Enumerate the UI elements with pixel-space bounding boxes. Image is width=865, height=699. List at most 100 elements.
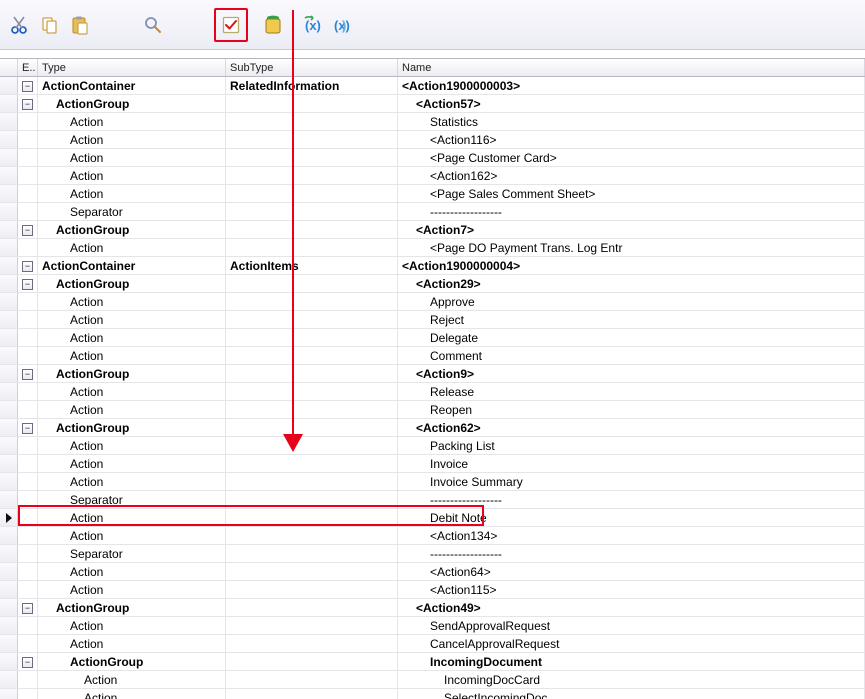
row-gutter[interactable] [0,203,18,220]
subtype-cell[interactable] [226,671,398,688]
expand-cell[interactable]: − [18,221,38,238]
subtype-cell[interactable] [226,527,398,544]
table-row[interactable]: Action SelectIncomingDoc [0,689,865,699]
subtype-cell[interactable] [226,635,398,652]
name-cell[interactable]: SelectIncomingDoc [398,689,865,699]
collapse-icon[interactable]: − [22,225,33,236]
subtype-cell[interactable]: ActionItems [226,257,398,274]
name-cell[interactable]: Approve [398,293,865,310]
col-rowselector[interactable] [0,59,18,76]
type-cell[interactable]: ActionContainer [38,77,226,94]
name-cell[interactable]: <Page Customer Card> [398,149,865,166]
type-cell[interactable]: Action [38,239,226,256]
collapse-icon[interactable]: − [22,81,33,92]
name-cell[interactable]: <Action1900000004> [398,257,865,274]
table-row[interactable]: Action <Page DO Payment Trans. Log Entr [0,239,865,257]
name-cell[interactable]: <Action9> [398,365,865,382]
type-cell[interactable]: ActionContainer [38,257,226,274]
row-gutter[interactable] [0,599,18,616]
name-cell[interactable]: <Page Sales Comment Sheet> [398,185,865,202]
globals2-button[interactable]: (x) ) [330,12,356,38]
type-cell[interactable]: Action [38,671,226,688]
row-gutter[interactable] [0,329,18,346]
subtype-cell[interactable] [226,131,398,148]
table-row[interactable]: ActionComment [0,347,865,365]
table-row[interactable]: −ActionGroup<Action9> [0,365,865,383]
name-cell[interactable]: ------------------ [398,203,865,220]
type-cell[interactable]: ActionGroup [38,599,226,616]
subtype-cell[interactable] [226,401,398,418]
row-gutter[interactable] [0,581,18,598]
name-cell[interactable]: Reject [398,311,865,328]
table-row[interactable]: Separator------------------ [0,545,865,563]
table-row[interactable]: ActionStatistics [0,113,865,131]
name-cell[interactable]: Statistics [398,113,865,130]
subtype-cell[interactable] [226,149,398,166]
collapse-icon[interactable]: − [22,369,33,380]
row-gutter[interactable] [0,185,18,202]
table-row[interactable]: Action<Action115> [0,581,865,599]
type-cell[interactable]: Action [38,311,226,328]
row-gutter[interactable] [0,239,18,256]
type-cell[interactable]: ActionGroup [38,653,226,670]
row-gutter[interactable] [0,563,18,580]
type-cell[interactable]: Separator [38,545,226,562]
row-gutter[interactable] [0,311,18,328]
name-cell[interactable]: Debit Note [398,509,865,526]
subtype-cell[interactable] [226,653,398,670]
row-gutter[interactable] [0,671,18,688]
subtype-cell[interactable] [226,347,398,364]
name-cell[interactable]: <Action62> [398,419,865,436]
subtype-cell[interactable]: RelatedInformation [226,77,398,94]
collapse-icon[interactable]: − [22,261,33,272]
subtype-cell[interactable] [226,221,398,238]
name-cell[interactable]: <Action7> [398,221,865,238]
type-cell[interactable]: ActionGroup [38,95,226,112]
runtime-button[interactable] [260,12,286,38]
table-row[interactable]: Action<Action162> [0,167,865,185]
table-row[interactable]: Action <Action134> [0,527,865,545]
name-cell[interactable]: CancelApprovalRequest [398,635,865,652]
name-cell[interactable]: <Action134> [398,527,865,544]
type-cell[interactable]: Separator [38,491,226,508]
table-row[interactable]: −ActionGroup<Action49> [0,599,865,617]
row-gutter[interactable] [0,545,18,562]
subtype-cell[interactable] [226,545,398,562]
table-row[interactable]: −ActionGroup<Action62> [0,419,865,437]
expand-cell[interactable]: − [18,599,38,616]
row-gutter[interactable] [0,527,18,544]
row-gutter[interactable] [0,77,18,94]
subtype-cell[interactable] [226,203,398,220]
name-cell[interactable]: <Page DO Payment Trans. Log Entr [398,239,865,256]
table-row[interactable]: −ActionGroup<Action57> [0,95,865,113]
table-row[interactable]: ActionInvoice Summary [0,473,865,491]
table-row[interactable]: Separator ------------------ [0,491,865,509]
name-cell[interactable]: <Action115> [398,581,865,598]
name-cell[interactable]: Invoice [398,455,865,472]
row-gutter[interactable] [0,347,18,364]
row-gutter[interactable] [0,689,18,699]
subtype-cell[interactable] [226,239,398,256]
row-gutter[interactable] [0,131,18,148]
name-cell[interactable]: IncomingDocCard [398,671,865,688]
table-row[interactable]: Action<Page Sales Comment Sheet> [0,185,865,203]
row-gutter[interactable] [0,509,18,526]
row-gutter[interactable] [0,401,18,418]
table-row[interactable]: ActionCancelApprovalRequest [0,635,865,653]
subtype-cell[interactable] [226,293,398,310]
name-cell[interactable]: ------------------ [398,491,865,508]
expand-cell[interactable]: − [18,77,38,94]
expand-cell[interactable]: − [18,95,38,112]
type-cell[interactable]: Action [38,437,226,454]
row-gutter[interactable] [0,491,18,508]
type-cell[interactable]: Action [38,527,226,544]
subtype-cell[interactable] [226,185,398,202]
subtype-cell[interactable] [226,329,398,346]
row-gutter[interactable] [0,419,18,436]
type-cell[interactable]: Action [38,167,226,184]
type-cell[interactable]: ActionGroup [38,419,226,436]
subtype-cell[interactable] [226,113,398,130]
subtype-cell[interactable] [226,419,398,436]
type-cell[interactable]: Action [38,689,226,699]
type-cell[interactable]: Action [38,329,226,346]
